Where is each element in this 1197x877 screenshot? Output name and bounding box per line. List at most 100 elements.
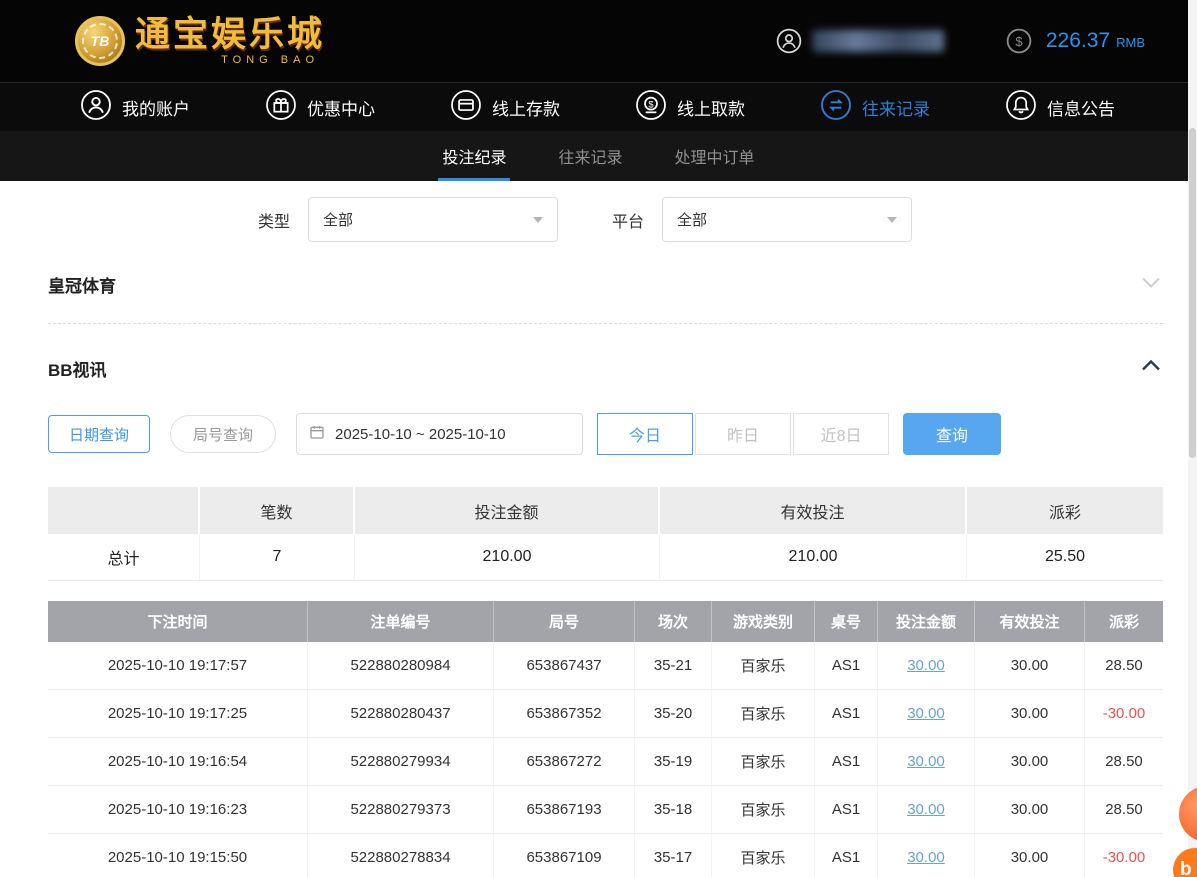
floating-badge-letter: b: [1180, 859, 1192, 877]
cell-order-no: 522880279373: [308, 786, 494, 833]
scrollbar-track: [1188, 0, 1197, 877]
svg-text:$: $: [648, 99, 654, 109]
tab-label: 往来记录: [558, 150, 623, 167]
cell-round-no: 653867272: [494, 738, 635, 785]
cell-bet-time: 2025-10-10 19:17:57: [48, 642, 308, 689]
detail-table: 下注时间 注单编号 局号 场次 游戏类别 桌号 投注金额 有效投注 派彩 202…: [48, 601, 1163, 877]
tab-processing-orders[interactable]: 处理中订单: [671, 131, 759, 181]
balance-amount: 226.37: [1045, 29, 1111, 52]
table-row: 2025-10-10 19:15:50 522880278834 6538671…: [48, 834, 1163, 877]
cell-table-no: AS1: [815, 690, 878, 737]
query-bar: 日期查询 局号查询 2025-10-10 ~ 2025-10-10 今日 昨日 …: [48, 413, 1163, 455]
detail-table-body: 2025-10-10 19:17:57 522880280984 6538674…: [48, 642, 1163, 877]
cell-valid-bet: 30.00: [975, 834, 1085, 877]
bet-amount-link[interactable]: 30.00: [907, 705, 945, 722]
nav-label: 优惠中心: [307, 99, 375, 119]
section-title: 皇冠体育: [48, 277, 116, 296]
summary-payout: 25.50: [967, 534, 1163, 581]
cell-bet-amount: 30.00: [878, 738, 975, 785]
col-bet-time: 下注时间: [48, 601, 308, 642]
user-icon: [80, 89, 112, 126]
cell-game-type: 百家乐: [712, 690, 815, 737]
cell-session: 35-19: [635, 738, 712, 785]
cell-bet-time: 2025-10-10 19:17:25: [48, 690, 308, 737]
type-filter-label: 类型: [258, 213, 291, 231]
today-button[interactable]: 今日: [597, 413, 694, 455]
wallet-icon: $: [1006, 28, 1032, 54]
last-8-days-button[interactable]: 近8日: [793, 413, 890, 455]
col-valid-bet: 有效投注: [975, 601, 1085, 642]
round-query-button[interactable]: 局号查询: [170, 415, 277, 453]
cell-game-type: 百家乐: [712, 834, 815, 877]
col-round-no: 局号: [494, 601, 635, 642]
nav-label: 往来记录: [862, 99, 930, 119]
table-row: 2025-10-10 19:17:25 522880280437 6538673…: [48, 690, 1163, 738]
bet-amount-link[interactable]: 30.00: [907, 849, 945, 866]
chevron-down-icon: [1139, 270, 1163, 299]
nav-item-deposit[interactable]: 线上存款: [450, 89, 560, 126]
cell-valid-bet: 30.00: [975, 738, 1085, 785]
cell-order-no: 522880280984: [308, 642, 494, 689]
user-avatar-icon[interactable]: [776, 28, 802, 54]
cell-valid-bet: 30.00: [975, 786, 1085, 833]
bet-amount-link[interactable]: 30.00: [907, 753, 945, 770]
cell-round-no: 653867109: [494, 834, 635, 877]
top-bar: TB 通宝娱乐城 TONG BAO $ 226.37 RMB: [0, 0, 1197, 82]
nav-label: 线上取款: [677, 99, 745, 119]
platform-filter-label: 平台: [612, 213, 645, 231]
summary-header-payout: 派彩: [967, 487, 1163, 534]
username-redacted: [811, 30, 944, 52]
date-range-value: 2025-10-10 ~ 2025-10-10: [335, 425, 506, 443]
cell-valid-bet: 30.00: [975, 642, 1085, 689]
nav-item-records[interactable]: 往来记录: [820, 89, 930, 126]
cell-session: 35-17: [635, 834, 712, 877]
tab-bet-records[interactable]: 投注纪录: [438, 131, 511, 181]
type-select[interactable]: 全部: [308, 197, 559, 242]
nav-item-announcements[interactable]: 信息公告: [1005, 89, 1115, 126]
platform-select[interactable]: 全部: [662, 197, 913, 242]
bet-amount-link[interactable]: 30.00: [907, 801, 945, 818]
cell-game-type: 百家乐: [712, 642, 815, 689]
balance-currency: RMB: [1116, 35, 1145, 50]
nav-item-withdraw[interactable]: $ 线上取款: [635, 89, 745, 126]
cell-round-no: 653867437: [494, 642, 635, 689]
brand-subtitle: TONG BAO: [221, 53, 320, 66]
summary-total-label: 总计: [48, 534, 200, 581]
yesterday-button[interactable]: 昨日: [695, 413, 792, 455]
date-query-button[interactable]: 日期查询: [48, 415, 151, 453]
brand-logo[interactable]: TB 通宝娱乐城 TONG BAO: [75, 16, 325, 66]
day-button-group: 今日 昨日 近8日: [597, 413, 890, 455]
cell-payout: -30.00: [1085, 690, 1163, 737]
nav-item-my-account[interactable]: 我的账户: [80, 89, 190, 126]
cell-bet-amount: 30.00: [878, 834, 975, 877]
balance: 226.37 RMB: [1046, 29, 1145, 53]
section-crown-sports[interactable]: 皇冠体育: [48, 242, 1163, 323]
cell-payout: 28.50: [1085, 738, 1163, 785]
summary-valid-bet: 210.00: [660, 534, 967, 581]
nav-label: 信息公告: [1047, 99, 1115, 119]
bet-amount-link[interactable]: 30.00: [907, 657, 945, 674]
chip-icon: TB: [75, 16, 125, 66]
tab-transaction-records[interactable]: 往来记录: [554, 131, 626, 181]
cell-payout: -30.00: [1085, 834, 1163, 877]
nav-label: 线上存款: [492, 99, 560, 119]
main-nav: 我的账户 优惠中心 线上存款 $ 线上取款 往来记录 信息公告: [0, 82, 1197, 131]
account-area: $ 226.37 RMB: [776, 28, 1145, 54]
table-row: 2025-10-10 19:17:57 522880280984 6538674…: [48, 642, 1163, 690]
nav-label: 我的账户: [122, 99, 190, 119]
summary-header-valid: 有效投注: [660, 487, 967, 534]
col-table-no: 桌号: [815, 601, 878, 642]
deposit-icon: [450, 89, 482, 126]
search-button[interactable]: 查询: [903, 413, 1002, 455]
date-range-input[interactable]: 2025-10-10 ~ 2025-10-10: [296, 413, 584, 455]
section-title: BB视讯: [48, 361, 107, 380]
cell-payout: 28.50: [1085, 786, 1163, 833]
summary-header-count: 笔数: [200, 487, 355, 534]
chevron-down-icon: [887, 216, 898, 223]
cell-table-no: AS1: [815, 834, 878, 877]
nav-item-promotions[interactable]: 优惠中心: [265, 89, 375, 126]
scrollbar-thumb[interactable]: [1189, 128, 1196, 458]
col-payout: 派彩: [1108, 614, 1139, 631]
section-bb-video[interactable]: BB视讯: [48, 324, 1163, 403]
cell-game-type: 百家乐: [712, 786, 815, 833]
